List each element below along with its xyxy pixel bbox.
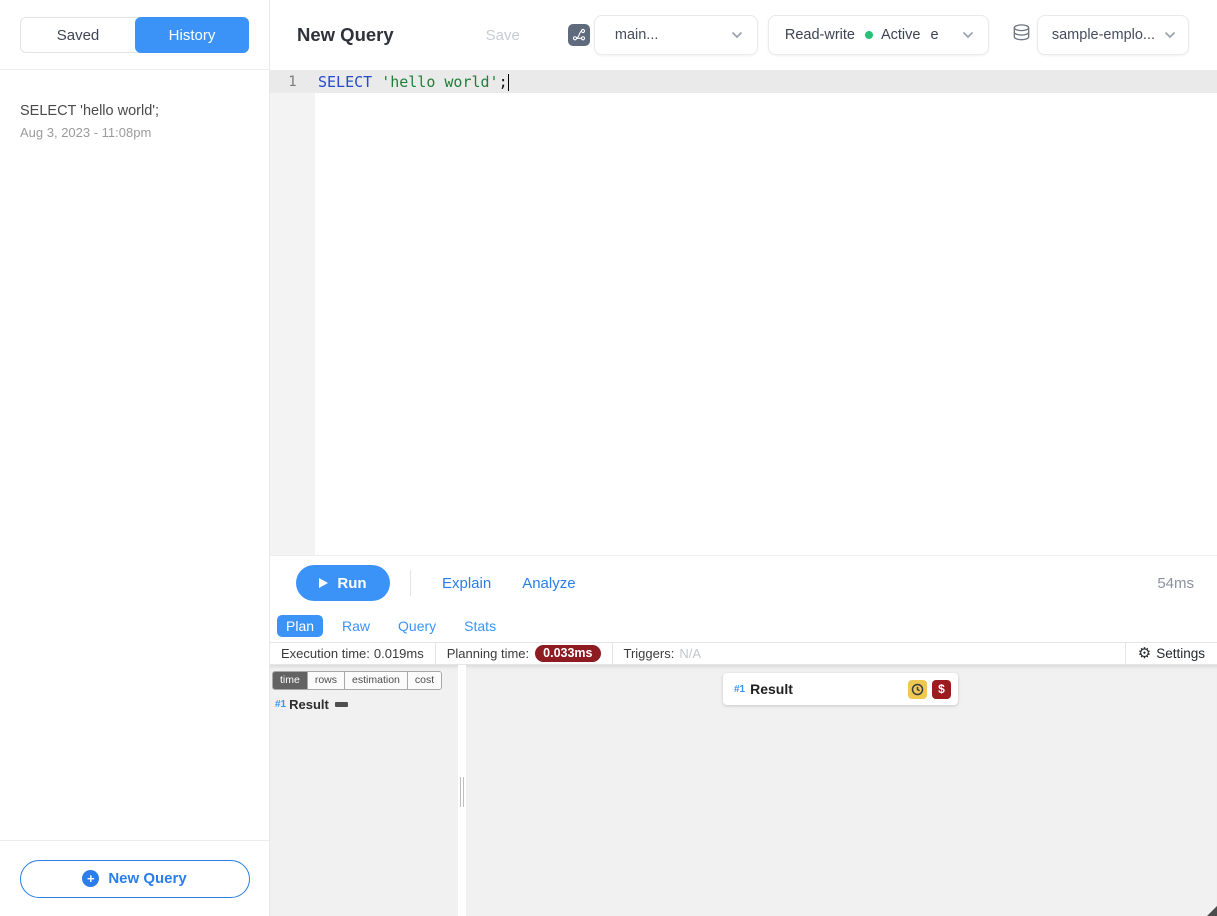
run-button[interactable]: Run (296, 565, 390, 601)
branch-icon[interactable] (568, 24, 590, 46)
resize-corner-handle[interactable] (1207, 906, 1217, 916)
tab-saved[interactable]: Saved (21, 18, 135, 52)
sql-keyword: SELECT (318, 73, 372, 91)
query-duration: 54ms (1157, 575, 1194, 592)
explain-link[interactable]: Explain (442, 575, 491, 592)
chevron-down-icon (962, 31, 974, 39)
plan-visualizer: time rows estimation cost #1 Result #1 R… (270, 665, 1217, 916)
tab-query[interactable]: Query (389, 615, 445, 637)
settings-label: Settings (1156, 646, 1205, 661)
metric-tab-time[interactable]: time (273, 672, 308, 689)
metric-tab-cost[interactable]: cost (408, 672, 441, 689)
toolbar-divider (410, 570, 411, 596)
plan-node-card[interactable]: #1 Result $ (723, 673, 958, 705)
plan-tree-panel: time rows estimation cost #1 Result (270, 665, 458, 916)
plan-row-time-bar (335, 702, 348, 707)
line-number: 1 (270, 74, 315, 90)
execution-time-value: 0.019ms (374, 646, 424, 661)
run-button-label: Run (337, 575, 366, 592)
database-select[interactable]: sample-emplo... (1037, 15, 1189, 55)
planning-time-stat: Planning time: 0.033ms (436, 643, 612, 664)
drag-handle-icon (460, 777, 464, 807)
main-panel: New Query Save main... Read-write Active… (270, 0, 1217, 916)
tab-history[interactable]: History (135, 17, 249, 53)
play-icon (319, 578, 328, 588)
compute-select[interactable]: Read-write Active e (768, 15, 989, 55)
metric-tab-rows[interactable]: rows (308, 672, 345, 689)
history-query-text: SELECT 'hello world'; (20, 103, 249, 119)
plan-row-name: Result (289, 697, 329, 712)
sidebar: Saved History SELECT 'hello world'; Aug … (0, 0, 270, 916)
compute-endpoint: e (930, 27, 938, 43)
plan-node-index: #1 (734, 684, 745, 695)
branch-select[interactable]: main... (594, 15, 758, 55)
save-button[interactable]: Save (486, 27, 520, 44)
sidebar-header: Saved History (0, 0, 269, 70)
page-title: New Query (297, 24, 394, 46)
sql-string: 'hello world' (381, 73, 498, 91)
tab-raw[interactable]: Raw (333, 615, 379, 637)
plus-icon: + (82, 870, 99, 887)
saved-history-toggle: Saved History (20, 17, 249, 53)
metric-tab-estimation[interactable]: estimation (345, 672, 408, 689)
planning-time-badge: 0.033ms (535, 645, 600, 662)
triggers-stat: Triggers: N/A (613, 643, 712, 664)
triggers-label: Triggers: (624, 646, 675, 661)
plan-metric-tabs: time rows estimation cost (272, 671, 442, 690)
editor-gutter (270, 70, 315, 556)
tab-stats[interactable]: Stats (455, 615, 505, 637)
new-query-button[interactable]: + New Query (20, 860, 250, 898)
gear-icon: ⚙ (1138, 646, 1151, 661)
history-list-item[interactable]: SELECT 'hello world'; Aug 3, 2023 - 11:0… (20, 103, 249, 140)
sql-editor[interactable]: 1 SELECT 'hello world'; (270, 70, 1217, 556)
code-line: SELECT 'hello world'; (315, 73, 509, 91)
stats-bar: Execution time: 0.019ms Planning time: 0… (270, 642, 1217, 665)
branch-select-value: main... (615, 27, 659, 43)
text-cursor (508, 74, 510, 91)
result-tabs: Plan Raw Query Stats (270, 610, 1217, 642)
plan-node-badges: $ (908, 680, 951, 699)
main-header: New Query Save main... Read-write Active… (270, 0, 1217, 70)
run-toolbar: Run Explain Analyze 54ms (270, 556, 1217, 610)
execution-time-stat: Execution time: 0.019ms (270, 643, 435, 664)
settings-button[interactable]: ⚙ Settings (1125, 643, 1217, 664)
plan-tree-row[interactable]: #1 Result (275, 697, 458, 712)
plan-node-name: Result (750, 681, 793, 697)
active-status-dot-icon (865, 31, 873, 39)
analyze-link[interactable]: Analyze (522, 575, 575, 592)
planning-time-label: Planning time: (447, 646, 529, 661)
chevron-down-icon (731, 31, 743, 39)
history-timestamp: Aug 3, 2023 - 11:08pm (20, 125, 249, 140)
sidebar-footer: + New Query (0, 840, 269, 916)
chevron-down-icon (1164, 31, 1176, 39)
pane-resize-divider[interactable] (458, 665, 466, 916)
database-select-value: sample-emplo... (1052, 27, 1155, 43)
triggers-value: N/A (679, 646, 701, 661)
clock-badge-icon (908, 680, 927, 699)
database-icon (1011, 22, 1032, 49)
new-query-button-label: New Query (108, 870, 186, 887)
history-list: SELECT 'hello world'; Aug 3, 2023 - 11:0… (0, 70, 269, 140)
editor-active-line[interactable]: 1 SELECT 'hello world'; (270, 70, 1217, 93)
plan-row-index: #1 (275, 699, 286, 710)
compute-mode: Read-write (785, 27, 855, 43)
sql-terminator: ; (499, 73, 508, 91)
plan-diagram-panel[interactable]: #1 Result $ (466, 665, 1217, 916)
compute-status: Active (881, 27, 921, 43)
tab-plan[interactable]: Plan (277, 615, 323, 637)
dollar-badge-icon: $ (932, 680, 951, 699)
execution-time-label: Execution time: (281, 646, 370, 661)
